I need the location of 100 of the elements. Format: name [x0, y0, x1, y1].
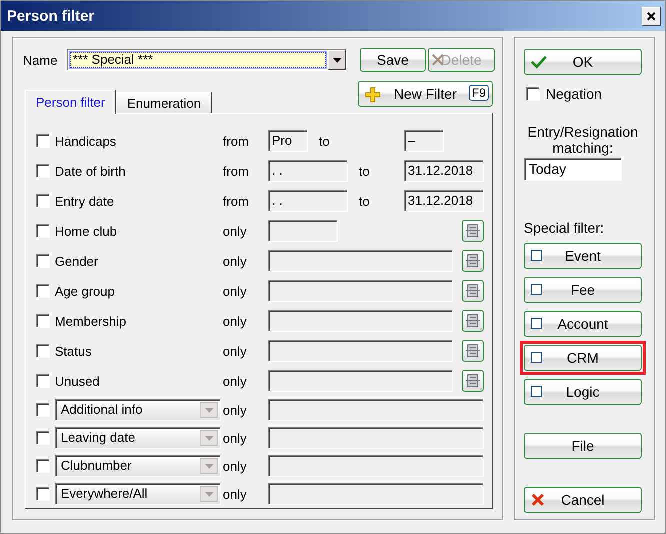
only-label: only — [223, 254, 248, 268]
filter-label: Home club — [55, 224, 118, 238]
checkbox[interactable] — [36, 344, 50, 358]
value-field[interactable] — [268, 455, 484, 477]
picker-button[interactable] — [462, 220, 484, 242]
checkbox[interactable] — [36, 224, 50, 238]
close-icon — [531, 493, 545, 507]
from-label: from — [223, 164, 250, 178]
only-label: only — [223, 458, 248, 474]
checkbox[interactable] — [36, 459, 50, 473]
stack-icon — [466, 224, 480, 238]
save-button[interactable]: Save — [360, 48, 426, 72]
picker-button[interactable] — [462, 250, 484, 272]
field-dropdown[interactable]: Clubnumber — [55, 455, 221, 477]
picker-button[interactable] — [462, 340, 484, 362]
value-field[interactable] — [268, 483, 484, 505]
negation-label: Negation — [546, 86, 602, 102]
from-label: from — [223, 134, 250, 148]
checkbox[interactable] — [531, 352, 542, 363]
only-label: only — [223, 402, 248, 418]
checkbox[interactable] — [36, 431, 50, 445]
stack-icon — [466, 374, 480, 388]
shortcut-badge: F9 — [468, 85, 489, 101]
filter-label: Gender — [55, 254, 100, 268]
picker-button[interactable] — [462, 280, 484, 302]
picker-button[interactable] — [462, 310, 484, 332]
new-filter-button[interactable]: New Filter F9 — [358, 81, 493, 107]
to-field[interactable]: 31.12.2018 — [404, 160, 484, 182]
only-label: only — [223, 344, 248, 358]
checkbox[interactable] — [36, 314, 50, 328]
filter-label: Age group — [55, 284, 116, 298]
tab[interactable]: Person filter — [25, 90, 116, 114]
value-field[interactable] — [268, 310, 453, 332]
checkbox[interactable] — [36, 487, 50, 501]
checkbox[interactable] — [531, 318, 542, 329]
field-dropdown[interactable]: Leaving date — [55, 427, 221, 449]
checkbox[interactable] — [531, 284, 542, 295]
checkbox[interactable] — [36, 134, 50, 148]
checkbox[interactable] — [36, 284, 50, 298]
caret-icon — [204, 464, 214, 468]
caret-icon — [204, 492, 214, 496]
filter-label: Handicaps — [55, 134, 118, 148]
check-icon — [531, 55, 547, 69]
plus-icon — [365, 87, 381, 103]
filter-label: Membership — [55, 314, 128, 328]
ok-button[interactable]: OK — [524, 49, 642, 75]
to-field[interactable]: 31.12.2018 — [404, 190, 484, 212]
cross-icon — [432, 54, 444, 66]
value-field[interactable] — [268, 399, 484, 421]
stack-icon — [466, 344, 480, 358]
value-field[interactable] — [268, 250, 453, 272]
checkbox[interactable] — [36, 403, 50, 417]
field-dropdown[interactable]: Additional info — [55, 399, 221, 421]
checkbox[interactable] — [36, 194, 50, 208]
value-field[interactable] — [268, 370, 453, 392]
to-label: to — [358, 164, 371, 178]
from-field[interactable]: . . — [268, 190, 348, 212]
from-field[interactable]: . . — [268, 160, 348, 182]
special-filter-label: Special filter: — [524, 220, 606, 236]
special-filter-button[interactable]: Logic — [524, 379, 642, 405]
filter-label: Unused — [55, 374, 101, 388]
value-field[interactable] — [268, 280, 453, 302]
close-button[interactable] — [642, 6, 661, 26]
caret-icon — [332, 58, 342, 62]
value-field[interactable] — [268, 427, 484, 449]
value-field[interactable] — [268, 340, 453, 362]
matching-label: Entry/Resignation matching: — [526, 124, 640, 156]
name-dropdown[interactable]: *** Special *** — [67, 49, 347, 71]
cancel-button[interactable]: Cancel — [524, 487, 642, 513]
close-icon — [647, 12, 656, 20]
checkbox[interactable] — [36, 374, 50, 388]
caret-icon — [204, 408, 214, 412]
to-field[interactable]: – — [404, 130, 444, 152]
value-field[interactable] — [268, 220, 338, 242]
from-field[interactable]: Pro — [268, 130, 308, 152]
only-label: only — [223, 374, 248, 388]
window-title: Person filter — [7, 8, 95, 24]
special-filter-button[interactable]: Event — [524, 243, 642, 269]
matching-field[interactable]: Today — [524, 158, 622, 181]
only-label: only — [223, 284, 248, 298]
tab[interactable]: Enumeration — [116, 92, 212, 113]
stack-icon — [466, 284, 480, 298]
checkbox[interactable] — [531, 250, 542, 261]
picker-button[interactable] — [462, 370, 484, 392]
special-filter-button[interactable]: Account — [524, 311, 642, 337]
stack-icon — [466, 254, 480, 268]
from-label: from — [223, 194, 250, 208]
negation-checkbox[interactable] — [526, 87, 540, 101]
filter-label: Status — [55, 344, 93, 358]
to-label: to — [358, 194, 371, 208]
field-dropdown[interactable]: Everywhere/All — [55, 483, 221, 505]
special-filter-button[interactable]: CRM — [524, 345, 642, 371]
checkbox[interactable] — [36, 164, 50, 178]
special-filter-button[interactable]: Fee — [524, 277, 642, 303]
checkbox[interactable] — [36, 254, 50, 268]
filter-label: Date of birth — [55, 164, 127, 178]
stack-icon — [466, 314, 480, 328]
checkbox[interactable] — [531, 386, 542, 397]
file-button[interactable]: File — [524, 433, 642, 459]
name-label: Name — [23, 52, 59, 68]
